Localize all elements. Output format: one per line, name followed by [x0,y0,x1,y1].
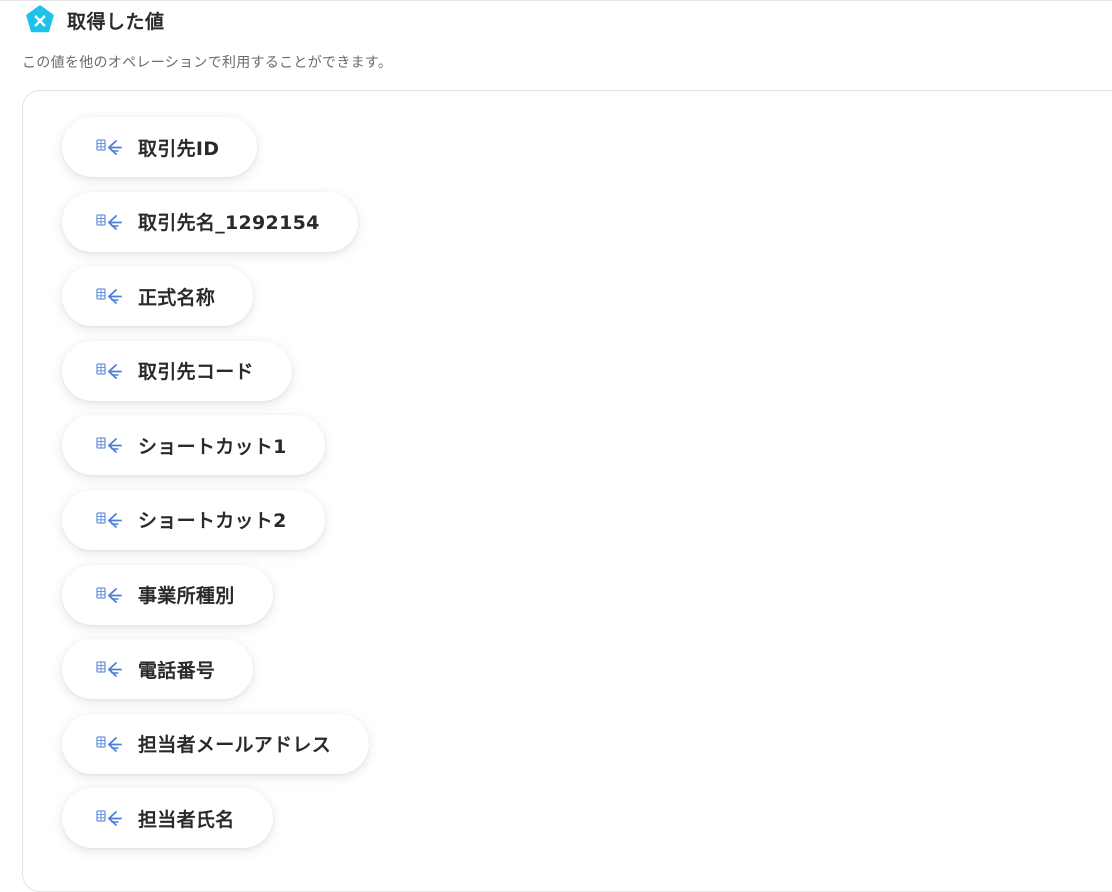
output-value-chip[interactable]: 担当者氏名 [62,788,273,849]
output-value-list: 取引先ID 取引先名_1292154 正式名称 取引先コード ショートカット1 … [62,117,370,863]
output-value-chip[interactable]: 正式名称 [62,266,254,327]
data-field-icon [96,586,122,603]
output-value-label: 担当者メールアドレス [138,734,332,757]
output-value-chip[interactable]: 電話番号 [62,639,254,700]
section-header: 取得した値 [25,4,165,36]
output-value-chip[interactable]: ショートカット1 [62,415,325,476]
output-value-label: ショートカット2 [138,510,287,533]
output-value-label: ショートカット1 [138,435,287,458]
data-field-icon [96,362,122,379]
section-title: 取得した値 [67,10,165,33]
output-value-label: 取引先ID [138,137,220,160]
top-divider [0,0,1112,1]
output-value-label: 取引先コード [138,361,254,384]
output-value-label: 取引先名_1292154 [138,212,320,235]
output-value-chip[interactable]: 取引先名_1292154 [62,191,358,252]
section-description: この値を他のオペレーションで利用することができます。 [22,55,393,71]
data-field-icon [96,437,122,454]
output-value-chip[interactable]: 取引先コード [62,340,292,401]
output-value-label: 正式名称 [138,286,216,309]
output-value-chip[interactable]: ショートカット2 [62,489,325,550]
output-value-label: 担当者氏名 [138,808,235,831]
output-value-chip[interactable]: 取引先ID [62,117,258,177]
output-value-chip[interactable]: 事業所種別 [62,564,273,625]
data-field-icon [96,213,122,230]
data-field-icon [96,735,122,752]
output-value-chip[interactable]: 担当者メールアドレス [62,713,370,774]
output-value-label: 電話番号 [138,659,216,682]
data-field-icon [96,661,122,678]
data-field-icon [96,139,122,155]
app-logo-icon [26,5,54,33]
data-field-icon [96,512,122,528]
data-field-icon [96,810,122,827]
output-value-label: 事業所種別 [138,585,235,608]
data-field-icon [96,288,122,305]
